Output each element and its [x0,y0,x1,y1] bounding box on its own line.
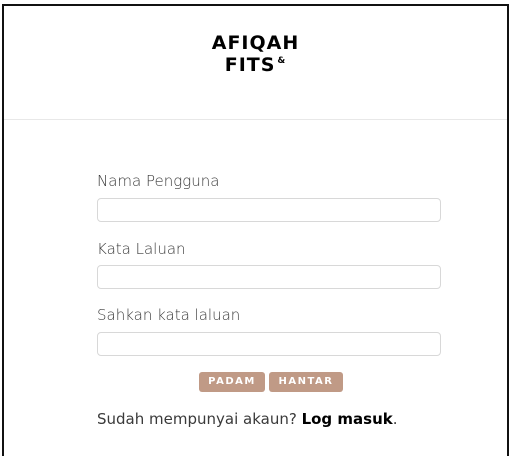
page-frame: AFIQAH FITS & Nama Pengguna Kata Laluan S… [2,4,509,456]
brand-logo-line1: AFIQAH [211,32,300,54]
username-label: Nama Pengguna [97,172,220,190]
brand-logo-mark: & [277,56,287,66]
confirm-password-label: Sahkan kata laluan [97,306,241,324]
brand-logo[interactable]: AFIQAH FITS & [4,32,507,80]
brand-logo-line2: FITS & [4,54,507,80]
reset-button[interactable]: PADAM [199,372,265,392]
password-label: Kata Laluan [97,240,186,258]
brand-logo-line2-text: FITS [224,54,276,76]
brand-header: AFIQAH FITS & [4,6,507,120]
login-prompt-period: . [392,410,398,428]
password-input[interactable] [97,265,441,289]
login-link[interactable]: Log masuk [302,410,393,428]
confirm-password-input[interactable] [97,332,441,356]
login-prompt: Sudah mempunyai akaun? Log masuk. [97,410,398,428]
submit-button[interactable]: HANTAR [269,372,343,392]
login-prompt-text: Sudah mempunyai akaun? [97,410,302,428]
username-input[interactable] [97,198,441,222]
